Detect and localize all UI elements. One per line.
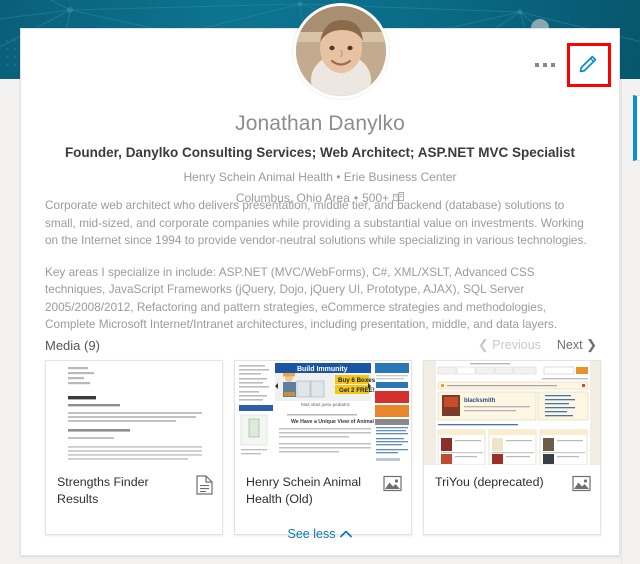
- card-actions: [529, 43, 611, 87]
- profile-headline: Founder, Danylko Consulting Services; We…: [64, 145, 576, 160]
- media-item-label: Strengths Finder Results: [46, 465, 222, 534]
- svg-text:Mas vitas justo pediatric: Mas vitas justo pediatric: [301, 402, 351, 407]
- profile-card: Jonathan Danylko Founder, Danylko Consul…: [20, 3, 620, 556]
- summary-paragraph: Corporate web architect who delivers pre…: [45, 198, 587, 247]
- avatar[interactable]: [293, 3, 389, 99]
- media-item-title: Strengths Finder Results: [57, 475, 149, 506]
- summary-paragraph: Key areas I specialize in include: ASP.N…: [45, 264, 558, 332]
- media-item-title: Henry Schein Animal Health (Old): [246, 475, 362, 506]
- chevron-left-icon: ❮: [477, 337, 489, 352]
- media-previous-label: Previous: [492, 338, 541, 352]
- media-item[interactable]: Strengths Finder Results: [45, 360, 223, 535]
- see-less-button[interactable]: See less: [288, 527, 353, 541]
- svg-text:Build Immunity: Build Immunity: [297, 366, 348, 373]
- svg-text:Buy 6 Boxes: Buy 6 Boxes: [338, 377, 376, 384]
- chevron-right-icon: ❯: [586, 337, 597, 352]
- document-page-thumbnail: [46, 361, 222, 465]
- media-item[interactable]: blacksmith TriYou (deprecated): [423, 360, 601, 535]
- media-next-label: Next: [556, 338, 583, 352]
- media-item[interactable]: Build Immunity Buy 6 Boxes Get 2 FREE! M…: [234, 360, 412, 535]
- media-item-title: TriYou (deprecated): [435, 475, 544, 489]
- media-list: Strengths Finder Results Build Immunity …: [45, 360, 601, 535]
- media-next-button[interactable]: Next ❯: [557, 337, 597, 353]
- profile-page: Jonathan Danylko Founder, Danylko Consul…: [0, 0, 640, 564]
- rail-card[interactable]: [633, 95, 640, 161]
- image-icon: [383, 475, 402, 497]
- right-rail: [621, 79, 640, 564]
- profile-company-line: Henry Schein Animal Health • Erie Busine…: [183, 170, 457, 184]
- document-icon: [196, 475, 213, 500]
- ellipsis-icon[interactable]: [529, 55, 561, 75]
- edit-profile-button[interactable]: [567, 43, 611, 87]
- website-screenshot-thumbnail: blacksmith: [424, 361, 600, 465]
- image-icon: [572, 475, 591, 497]
- pencil-edit-icon: [578, 52, 600, 79]
- see-less-label: See less: [287, 527, 336, 541]
- identity-block: Jonathan Danylko Founder, Danylko Consul…: [21, 111, 619, 206]
- media-section-header: Media (9) ❮ Previous Next ❯: [45, 337, 597, 353]
- media-section-title: Media (9): [45, 337, 100, 353]
- media-previous-button[interactable]: ❮ Previous: [478, 337, 541, 353]
- svg-text:blacksmith: blacksmith: [464, 398, 496, 404]
- page-title: Jonathan Danylko: [235, 112, 405, 135]
- chevron-up-icon: [340, 527, 353, 541]
- media-navigation: ❮ Previous Next ❯: [478, 337, 597, 353]
- profile-summary: Corporate web architect who delivers pre…: [45, 197, 597, 334]
- see-less-section: See less: [21, 525, 619, 543]
- media-item-label: TriYou (deprecated): [424, 465, 600, 534]
- website-screenshot-thumbnail: Build Immunity Buy 6 Boxes Get 2 FREE! M…: [235, 361, 411, 465]
- svg-text:Get 2 FREE!: Get 2 FREE!: [339, 387, 375, 394]
- media-item-label: Henry Schein Animal Health (Old): [235, 465, 411, 534]
